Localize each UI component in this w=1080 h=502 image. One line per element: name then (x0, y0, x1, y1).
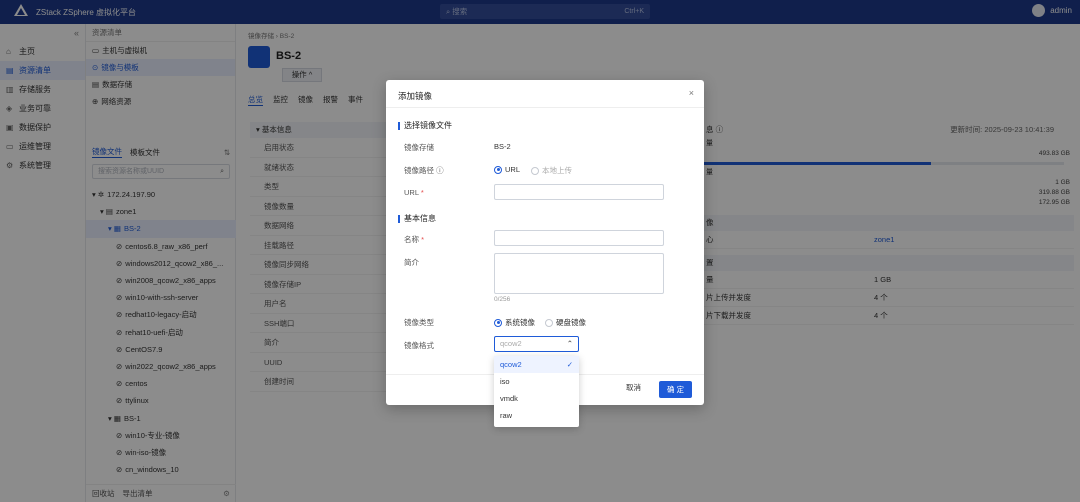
confirm-button[interactable]: 确 定 (659, 381, 692, 398)
radio-dot (494, 318, 502, 327)
radio-label: 硬盘镜像 (556, 318, 586, 327)
dialog-title: 添加镜像 (398, 91, 433, 101)
radio-label: 系统镜像 (505, 318, 535, 327)
section-select-image: 选择镜像文件 (398, 120, 452, 131)
chevron-up-icon: ⌃ (566, 339, 573, 348)
image-format-label: 镜像格式 (404, 341, 434, 350)
storage-value: BS-2 (494, 142, 511, 151)
name-input[interactable] (494, 230, 664, 246)
select-value: qcow2 (500, 339, 522, 348)
required-mark: * (420, 188, 424, 197)
name-label-text: 名称 (404, 235, 419, 244)
cancel-button[interactable]: 取消 (626, 382, 641, 393)
format-option-raw[interactable]: raw (494, 407, 579, 424)
format-option-label: vmdk (500, 394, 518, 403)
description-char-count: 0/256 (494, 296, 511, 303)
format-option-label: raw (500, 411, 513, 420)
description-textarea[interactable] (494, 253, 664, 294)
radio-dot (531, 166, 539, 175)
url-input[interactable] (494, 184, 664, 200)
url-label: URL * (404, 188, 424, 197)
format-option-vmdk[interactable]: vmdk (494, 390, 579, 407)
format-option-iso[interactable]: iso (494, 373, 579, 390)
section-marker (398, 214, 400, 223)
section-title: 基本信息 (404, 214, 436, 223)
name-label: 名称 * (404, 234, 424, 245)
storage-label: 镜像存储 (404, 143, 434, 152)
dialog-divider (386, 107, 704, 108)
radio-dot (494, 165, 502, 174)
check-icon: ✓ (566, 360, 573, 369)
close-icon[interactable]: × (689, 88, 694, 98)
format-option-label: qcow2 (500, 360, 522, 369)
radio-label: URL (505, 165, 521, 174)
radio-system-image[interactable]: 系统镜像 (494, 317, 535, 328)
path-label: 镜像路径 ⓘ (404, 166, 444, 175)
section-title: 选择镜像文件 (404, 121, 452, 130)
format-option-qcow2[interactable]: qcow2 ✓ (494, 356, 579, 373)
radio-label: 本地上传 (542, 166, 572, 175)
radio-dot (545, 318, 553, 327)
radio-disk-image[interactable]: 硬盘镜像 (545, 317, 586, 328)
url-label-text: URL (404, 188, 419, 197)
radio-url[interactable]: URL (494, 165, 520, 174)
format-option-label: iso (500, 377, 510, 386)
section-basic-info: 基本信息 (398, 213, 436, 224)
required-mark: * (421, 235, 425, 244)
section-marker (398, 121, 400, 130)
radio-local-upload[interactable]: 本地上传 (531, 165, 572, 176)
image-format-select[interactable]: qcow2 ⌃ (494, 336, 579, 352)
format-dropdown-menu: qcow2 ✓ iso vmdk raw (494, 356, 579, 427)
image-type-label: 镜像类型 (404, 318, 434, 327)
description-label: 简介 (404, 258, 419, 267)
